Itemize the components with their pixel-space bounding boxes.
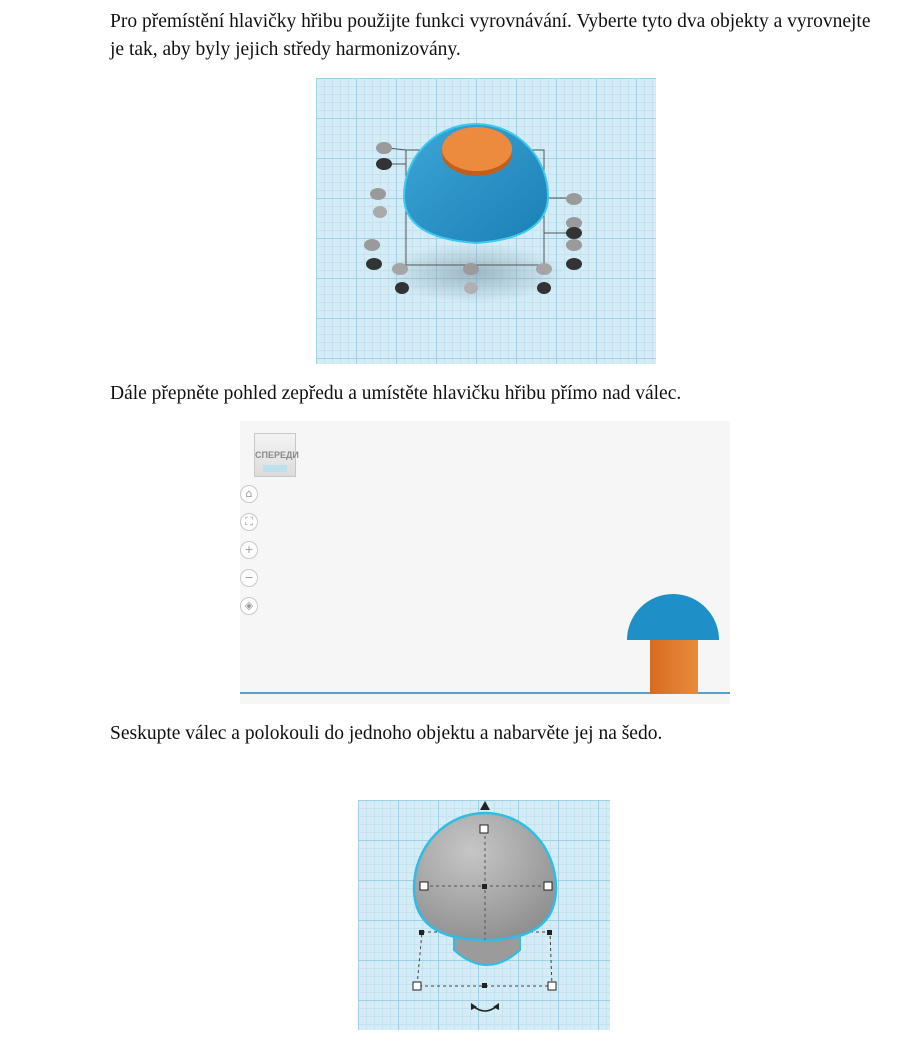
- instruction-align: Pro přemístění hlavičky hřibu použijte f…: [110, 11, 871, 60]
- blue-hemisphere[interactable]: [627, 594, 719, 640]
- instruction-group: Seskupte válec a polokouli do jednoho ob…: [110, 723, 663, 744]
- orange-cylinder[interactable]: [650, 638, 698, 694]
- figure-front-view: СПЕРЕДИ ⌂ ⛶ + − ◈: [240, 421, 730, 704]
- alignment-scene: [364, 123, 582, 303]
- figure-grouped: [358, 800, 610, 1030]
- grouped-scene: [412, 801, 558, 1012]
- orange-cylinder-top[interactable]: [442, 127, 512, 171]
- figure-alignment: [316, 78, 656, 364]
- front-view-scene: [240, 594, 730, 694]
- instruction-front-view: Dále přepněte pohled zepředu a umístěte …: [110, 383, 682, 404]
